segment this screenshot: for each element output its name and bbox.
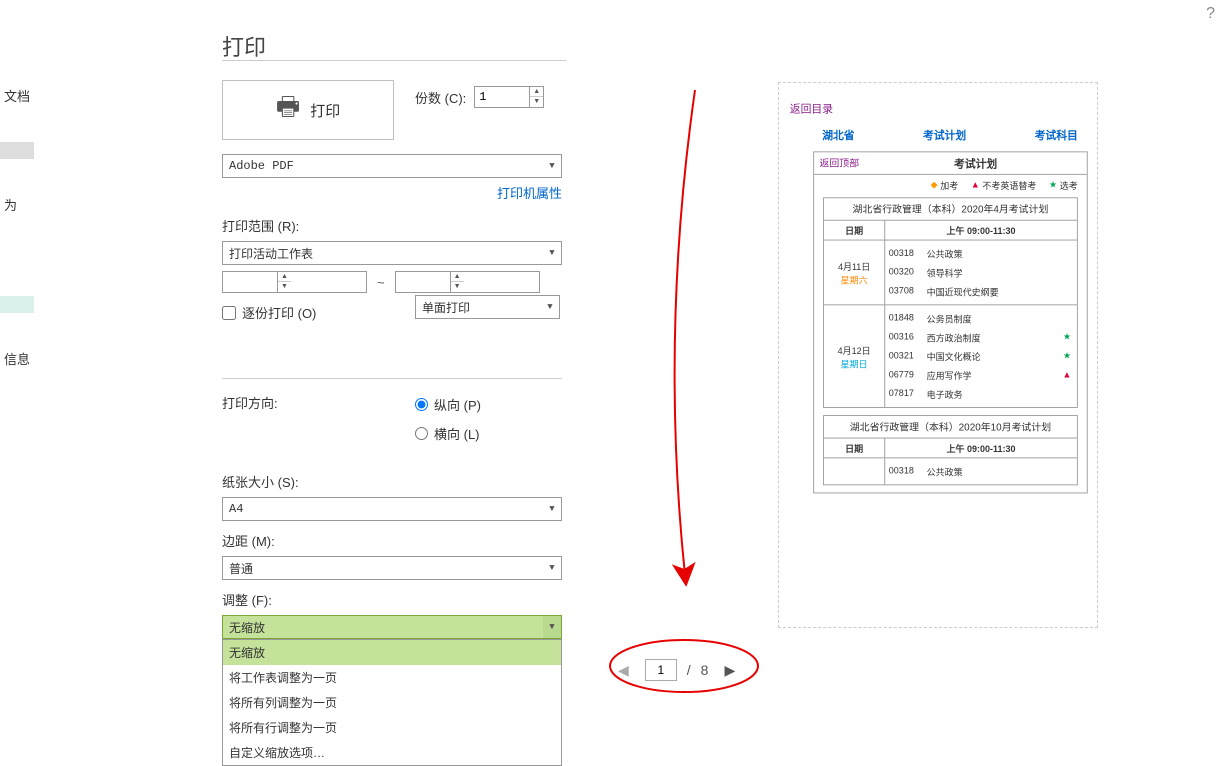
- range-from-field[interactable]: [223, 272, 277, 292]
- preview-course-row: 00318公共政策: [885, 462, 1077, 481]
- orientation-landscape-label: 横向 (L): [434, 424, 480, 443]
- chevron-down-icon: ▼: [541, 296, 559, 318]
- scaling-option[interactable]: 自定义缩放选项…: [223, 740, 561, 765]
- preview-course-row: 00320领导科学: [885, 263, 1077, 282]
- preview-course-row: 00318公共政策: [885, 244, 1077, 263]
- range-separator: ~: [377, 275, 385, 290]
- preview-head-link: 考试计划: [923, 127, 966, 142]
- preview-th-slot: 上午 09:00-11:30: [885, 221, 1077, 240]
- print-range-value: 打印活动工作表: [229, 245, 313, 262]
- next-page-button[interactable]: ▶: [718, 662, 741, 679]
- preview-head-link: 湖北省: [822, 127, 854, 142]
- preview-legend-item: ◆加考: [931, 178, 959, 192]
- scaling-option[interactable]: 将工作表调整为一页: [223, 665, 561, 690]
- copies-input[interactable]: ▲▼: [474, 86, 544, 108]
- preview-legend-item: ★选考: [1049, 178, 1078, 192]
- margins-select[interactable]: 普通 ▼: [222, 556, 562, 580]
- preview-course-row: 03708中国近现代史纲要: [885, 282, 1077, 301]
- print-preview-page: 返回目录 湖北省考试计划考试科目 返回顶部 考试计划 ◆加考▲不考英语替考★选考…: [778, 82, 1098, 628]
- margins-value: 普通: [229, 560, 253, 577]
- page-title: 打印: [222, 30, 266, 62]
- preview-course-row: 00321中国文化概论 ★: [885, 347, 1077, 366]
- preview-legend-item: ▲不考英语替考: [971, 178, 1037, 192]
- spinner-buttons[interactable]: ▲▼: [529, 87, 543, 107]
- preview-head-link: 考试科目: [1035, 127, 1078, 142]
- preview-date-cell: 4月12日星期日: [824, 305, 885, 407]
- annotation-arrow: [640, 85, 710, 595]
- print-button-label: 打印: [310, 100, 340, 121]
- printer-icon: 🖶: [276, 88, 301, 132]
- scaling-option[interactable]: 将所有列调整为一页: [223, 690, 561, 715]
- duplex-select[interactable]: 单面打印 ▼: [415, 295, 560, 319]
- sidebar-nav-item[interactable]: 文档: [0, 78, 34, 114]
- preview-return-top: 返回顶部: [814, 152, 864, 174]
- orientation-portrait-label: 纵向 (P): [434, 395, 481, 414]
- left-sidebar: 文档 为 信息: [0, 78, 34, 405]
- paper-size-label: 纸张大小 (S):: [222, 472, 568, 491]
- preview-date-cell: 4月11日星期六: [824, 241, 885, 305]
- spinner-buttons[interactable]: ▲▼: [277, 272, 291, 292]
- preview-date-cell: [824, 458, 885, 484]
- page-separator: /: [687, 662, 691, 678]
- preview-th-date: 日期: [824, 221, 885, 240]
- orientation-landscape-radio[interactable]: [415, 427, 428, 440]
- chevron-down-icon: ▼: [543, 498, 561, 520]
- sidebar-nav-item[interactable]: [0, 251, 34, 268]
- preview-course-row: 06779应用写作学 ▲: [885, 366, 1077, 385]
- collate-checkbox[interactable]: [222, 306, 236, 320]
- scaling-dropdown[interactable]: 无缩放将工作表调整为一页将所有列调整为一页将所有行调整为一页自定义缩放选项…: [222, 639, 562, 766]
- preview-schedule-table: 湖北省行政管理（本科）2020年4月考试计划 日期 上午 09:00-11:30…: [823, 197, 1078, 408]
- scaling-option[interactable]: 无缩放: [223, 640, 561, 665]
- preview-table-title: 湖北省行政管理（本科）2020年4月考试计划: [824, 198, 1077, 221]
- print-button[interactable]: 🖶 打印: [222, 80, 394, 140]
- collate-label: 逐份打印 (O): [242, 303, 316, 322]
- scaling-select[interactable]: 无缩放 ▼: [222, 615, 562, 639]
- preview-th-date: 日期: [824, 439, 885, 458]
- sidebar-nav-item[interactable]: 信息: [0, 341, 34, 377]
- margins-label: 边距 (M):: [222, 531, 568, 550]
- preview-course-row: 01848公务员制度: [885, 309, 1077, 328]
- sidebar-nav-item[interactable]: [0, 142, 34, 159]
- page-total: 8: [701, 662, 709, 678]
- title-divider: [222, 60, 566, 61]
- duplex-value: 单面打印: [422, 299, 470, 316]
- preview-course-row: 00316西方政治制度 ★: [885, 328, 1077, 347]
- chevron-down-icon: ▼: [543, 557, 561, 579]
- preview-schedule-table: 湖北省行政管理（本科）2020年10月考试计划 日期 上午 09:00-11:3…: [823, 415, 1078, 485]
- scaling-option[interactable]: 将所有行调整为一页: [223, 715, 561, 740]
- scaling-value: 无缩放: [229, 619, 265, 636]
- preview-course-row: 07817电子政务: [885, 385, 1077, 404]
- preview-table-title: 湖北省行政管理（本科）2020年10月考试计划: [824, 416, 1077, 439]
- printer-select-value: Adobe PDF: [229, 159, 294, 173]
- preview-page-navigator: ◀ / 8 ▶: [612, 659, 741, 681]
- range-from-input[interactable]: ▲▼: [222, 271, 367, 293]
- paper-size-value: A4: [229, 502, 243, 516]
- preview-return-toc: 返回目录: [790, 101, 1088, 116]
- sidebar-nav-item[interactable]: [0, 296, 34, 313]
- paper-size-select[interactable]: A4 ▼: [222, 497, 562, 521]
- page-number-input[interactable]: [645, 659, 677, 681]
- preview-th-slot: 上午 09:00-11:30: [885, 439, 1077, 458]
- scaling-label: 调整 (F):: [222, 590, 568, 609]
- copies-field[interactable]: [475, 87, 529, 107]
- copies-label: 份数 (C):: [415, 88, 466, 107]
- orientation-portrait-radio[interactable]: [415, 398, 428, 411]
- preview-plan-title: 考试计划: [865, 155, 1087, 170]
- help-icon[interactable]: ?: [1206, 5, 1215, 23]
- prev-page-button[interactable]: ◀: [612, 662, 635, 679]
- chevron-down-icon: ▼: [543, 616, 561, 638]
- sidebar-nav-item[interactable]: 为: [0, 187, 34, 223]
